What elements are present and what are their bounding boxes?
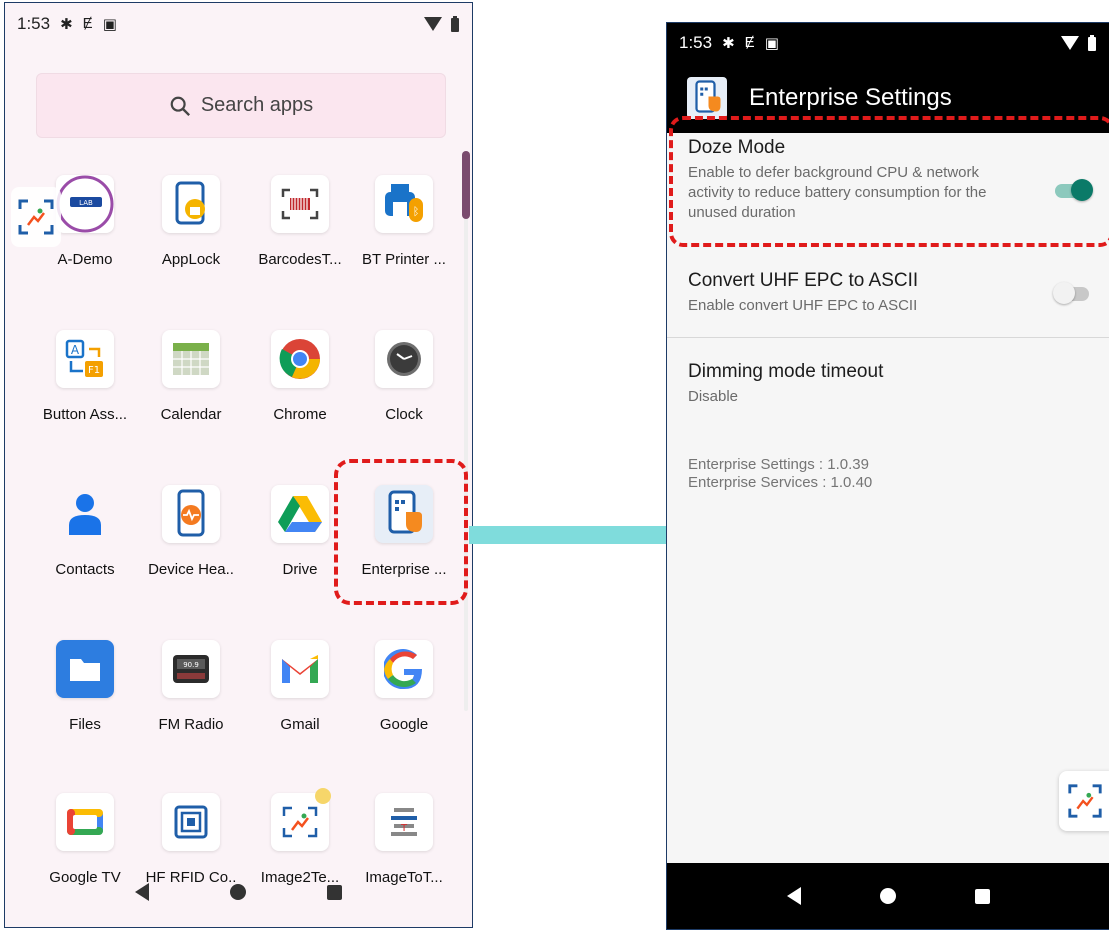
app-label: Contacts (55, 561, 115, 578)
app-label: BT Printer ... (362, 251, 446, 268)
pref-summary: Disable (688, 388, 739, 405)
scan-icon (1068, 784, 1102, 818)
back-icon[interactable] (786, 887, 801, 905)
notification-dot (315, 788, 331, 804)
imagetotext-icon: T (375, 793, 433, 851)
battery-icon (1088, 35, 1096, 51)
device-health-icon (162, 485, 220, 543)
sync-icon: Ɇ (744, 34, 755, 51)
app-barcodes[interactable]: BarcodesT... (245, 175, 355, 268)
version-services: Enterprise Services : 1.0.40 (688, 474, 873, 491)
app-button-assignment[interactable]: A F1 Button Ass... (30, 330, 140, 423)
contacts-icon (56, 485, 114, 543)
floating-scan-button[interactable] (11, 187, 61, 247)
fm-radio-icon: 90.9 (162, 640, 220, 698)
recents-icon[interactable] (326, 884, 342, 900)
gmail-icon (271, 640, 329, 698)
app-files[interactable]: Files (30, 640, 140, 733)
app-label: Device Hea.. (148, 561, 234, 578)
app-label: Button Ass... (42, 406, 128, 423)
applock-icon (162, 175, 220, 233)
back-icon[interactable] (135, 883, 150, 901)
scan-icon (18, 199, 54, 235)
app-label: Clock (385, 406, 423, 423)
barcode-icon (271, 175, 329, 233)
page-title: Enterprise Settings (749, 84, 952, 111)
app-label: Calendar (160, 406, 222, 423)
status-bar: 1:53 ✱ Ɇ ▣ (667, 23, 1109, 63)
app-chrome[interactable]: Chrome (245, 330, 355, 423)
svg-text:LAB: LAB (79, 199, 93, 207)
enterprise-settings-icon (687, 77, 727, 119)
cipherlab-demo-icon: LAB (56, 175, 114, 233)
recents-icon[interactable] (974, 888, 990, 904)
app-label: Files (69, 716, 101, 733)
app-label: FM Radio (158, 716, 224, 733)
highlight-doze-mode (669, 116, 1109, 247)
app-label: A-Demo (57, 251, 113, 268)
app-label: Chrome (273, 406, 327, 423)
svg-text:ᛒ: ᛒ (413, 205, 420, 218)
app-google[interactable]: Google (349, 640, 459, 733)
highlight-enterprise-app (334, 459, 468, 605)
svg-text:90.9: 90.9 (183, 661, 199, 669)
gear-icon: ✱ (722, 35, 735, 52)
svg-text:T: T (400, 823, 408, 834)
status-time: 1:53 (679, 33, 713, 52)
navigation-bar (5, 857, 472, 927)
app-bt-printer[interactable]: ᛒ BT Printer ... (349, 175, 459, 268)
divider (667, 337, 1109, 338)
app-label: AppLock (161, 251, 221, 268)
floating-scan-button[interactable] (1059, 771, 1109, 831)
app-contacts[interactable]: Contacts (30, 485, 140, 578)
app-label: Google (379, 716, 429, 733)
pref-convert-uhf-epc[interactable]: Convert UHF EPC to ASCII Enable convert … (667, 270, 1109, 340)
pref-dimming-timeout[interactable]: Dimming mode timeout Disable (667, 361, 1109, 421)
app-gmail[interactable]: Gmail (245, 640, 355, 733)
version-settings: Enterprise Settings : 1.0.39 (688, 456, 869, 473)
svg-text:F1: F1 (88, 365, 100, 376)
pref-title: Convert UHF EPC to ASCII (688, 270, 919, 291)
files-icon (56, 640, 114, 698)
pref-title: Dimming mode timeout (688, 361, 884, 382)
app-clock[interactable]: Clock (349, 330, 459, 423)
app-label: Gmail (280, 716, 320, 733)
google-tv-icon (56, 793, 114, 851)
hf-rfid-icon (162, 793, 220, 851)
clock-icon (375, 330, 433, 388)
transition-arrow (469, 515, 691, 555)
bt-printer-icon: ᛒ (375, 175, 433, 233)
app-label: BarcodesT... (258, 251, 342, 268)
calendar-icon (162, 330, 220, 388)
chrome-icon (271, 330, 329, 388)
screenshot-icon: ▣ (764, 35, 779, 52)
app-fm-radio[interactable]: 90.9 FM Radio (136, 640, 246, 733)
pref-summary: Enable convert UHF EPC to ASCII (688, 297, 918, 314)
google-icon (375, 640, 433, 698)
convert-uhf-toggle[interactable] (1053, 282, 1093, 304)
app-calendar[interactable]: Calendar (136, 330, 246, 423)
navigation-bar (667, 863, 1109, 929)
app-device-health[interactable]: Device Hea.. (136, 485, 246, 578)
svg-text:A: A (71, 343, 80, 357)
drive-icon (271, 485, 329, 543)
home-icon[interactable] (229, 884, 246, 900)
app-applock[interactable]: AppLock (136, 175, 246, 268)
home-icon[interactable] (879, 888, 896, 904)
enterprise-settings-screen: 1:53 ✱ Ɇ ▣ Enterprise Settings Doze Mode… (666, 22, 1109, 930)
button-assignment-icon: A F1 (56, 330, 114, 388)
wifi-icon (1061, 36, 1079, 50)
app-drawer-screen: 1:53 ✱ Ɇ ▣ Search apps LAB A-Demo AppLoc… (4, 2, 473, 928)
